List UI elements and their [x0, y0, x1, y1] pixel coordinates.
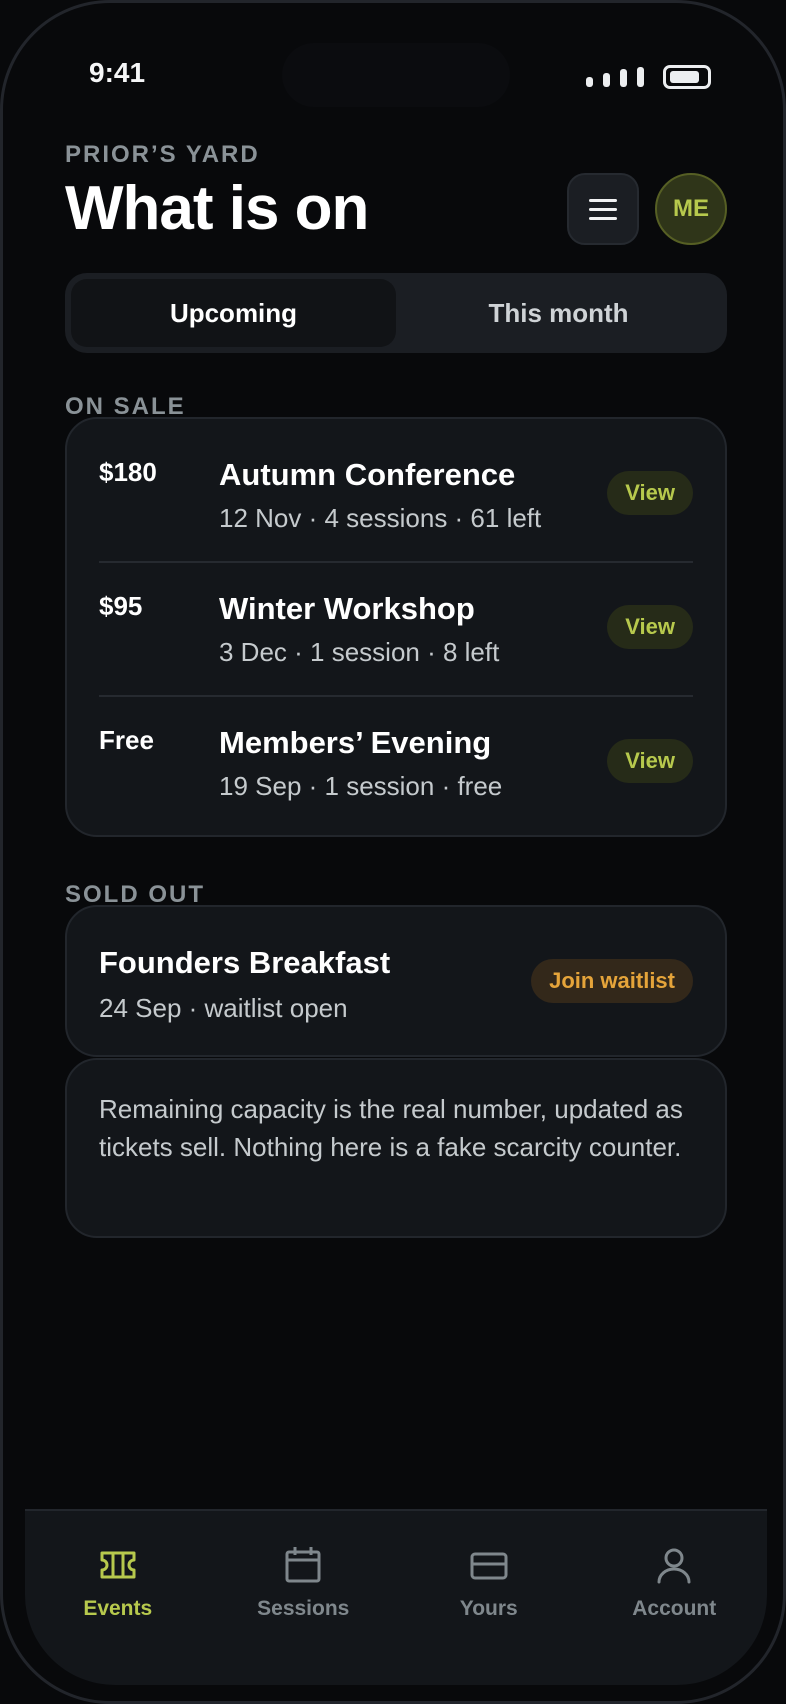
capacity-note-card: Remaining capacity is the real number, u…	[65, 1058, 727, 1238]
event-meta: 19 Sep · 1 session · free	[219, 771, 503, 801]
venue-eyebrow: PRIOR’S YARD	[65, 141, 260, 168]
event-price: $180	[99, 457, 157, 487]
event-name: Members’ Evening	[219, 725, 492, 760]
card-icon	[470, 1552, 508, 1580]
event-meta: 3 Dec · 1 session · 8 left	[219, 637, 500, 667]
event-meta: 24 Sep · waitlist open	[99, 993, 348, 1023]
event-name: Autumn Conference	[219, 457, 516, 492]
tab-label: Sessions	[257, 1597, 350, 1620]
view-button[interactable]: View	[607, 471, 693, 515]
event-name: Founders Breakfast	[99, 945, 391, 980]
view-button[interactable]: View	[607, 605, 693, 649]
person-icon	[657, 1548, 691, 1584]
dynamic-island	[282, 43, 510, 107]
on-sale-card: $180 Autumn Conference 12 Nov · 4 sessio…	[65, 417, 727, 837]
tab-this-month[interactable]: This month	[396, 279, 721, 347]
sold-out-card[interactable]: Founders Breakfast 24 Sep · waitlist ope…	[65, 905, 727, 1057]
view-button[interactable]: View	[607, 739, 693, 783]
page-title: What is on	[65, 174, 369, 243]
event-price: $95	[99, 591, 143, 621]
menu-icon	[589, 198, 617, 202]
tab-events[interactable]: Events	[25, 1511, 211, 1685]
tab-upcoming[interactable]: Upcoming	[71, 279, 396, 347]
tab-label: Account	[632, 1597, 717, 1620]
tab-yours[interactable]: Yours	[396, 1511, 582, 1685]
bottom-tab-bar: Events Sessions Yours Account	[25, 1509, 767, 1685]
ticket-icon	[100, 1551, 136, 1579]
menu-icon-bar	[589, 216, 617, 220]
event-meta: 12 Nov · 4 sessions · 61 left	[219, 503, 542, 533]
capacity-note: Remaining capacity is the real number, u…	[99, 1094, 683, 1162]
join-waitlist-button[interactable]: Join waitlist	[531, 959, 693, 1003]
tab-label: Yours	[459, 1597, 518, 1620]
tab-account[interactable]: Account	[582, 1511, 768, 1685]
event-row[interactable]: Free Members’ Evening 19 Sep · 1 session…	[99, 687, 693, 821]
battery-icon	[663, 65, 711, 89]
tab-sessions[interactable]: Sessions	[211, 1511, 397, 1685]
signal-icon	[586, 67, 644, 87]
status-time: 9:41	[89, 57, 146, 88]
calendar-icon	[285, 1547, 321, 1583]
event-row[interactable]: $180 Autumn Conference 12 Nov · 4 sessio…	[99, 419, 693, 553]
event-row[interactable]: $95 Winter Workshop 3 Dec · 1 session · …	[99, 553, 693, 687]
phone-frame: 9:41 PRIOR’S YARD What is on ME Upcoming…	[0, 0, 786, 1704]
avatar[interactable]: ME	[655, 173, 727, 245]
segmented-control: Upcoming This month	[65, 273, 727, 353]
event-price: Free	[99, 725, 154, 755]
event-name: Winter Workshop	[219, 591, 475, 626]
tab-label: Events	[83, 1597, 153, 1620]
menu-button[interactable]	[567, 173, 639, 245]
menu-icon-bar	[589, 207, 617, 211]
